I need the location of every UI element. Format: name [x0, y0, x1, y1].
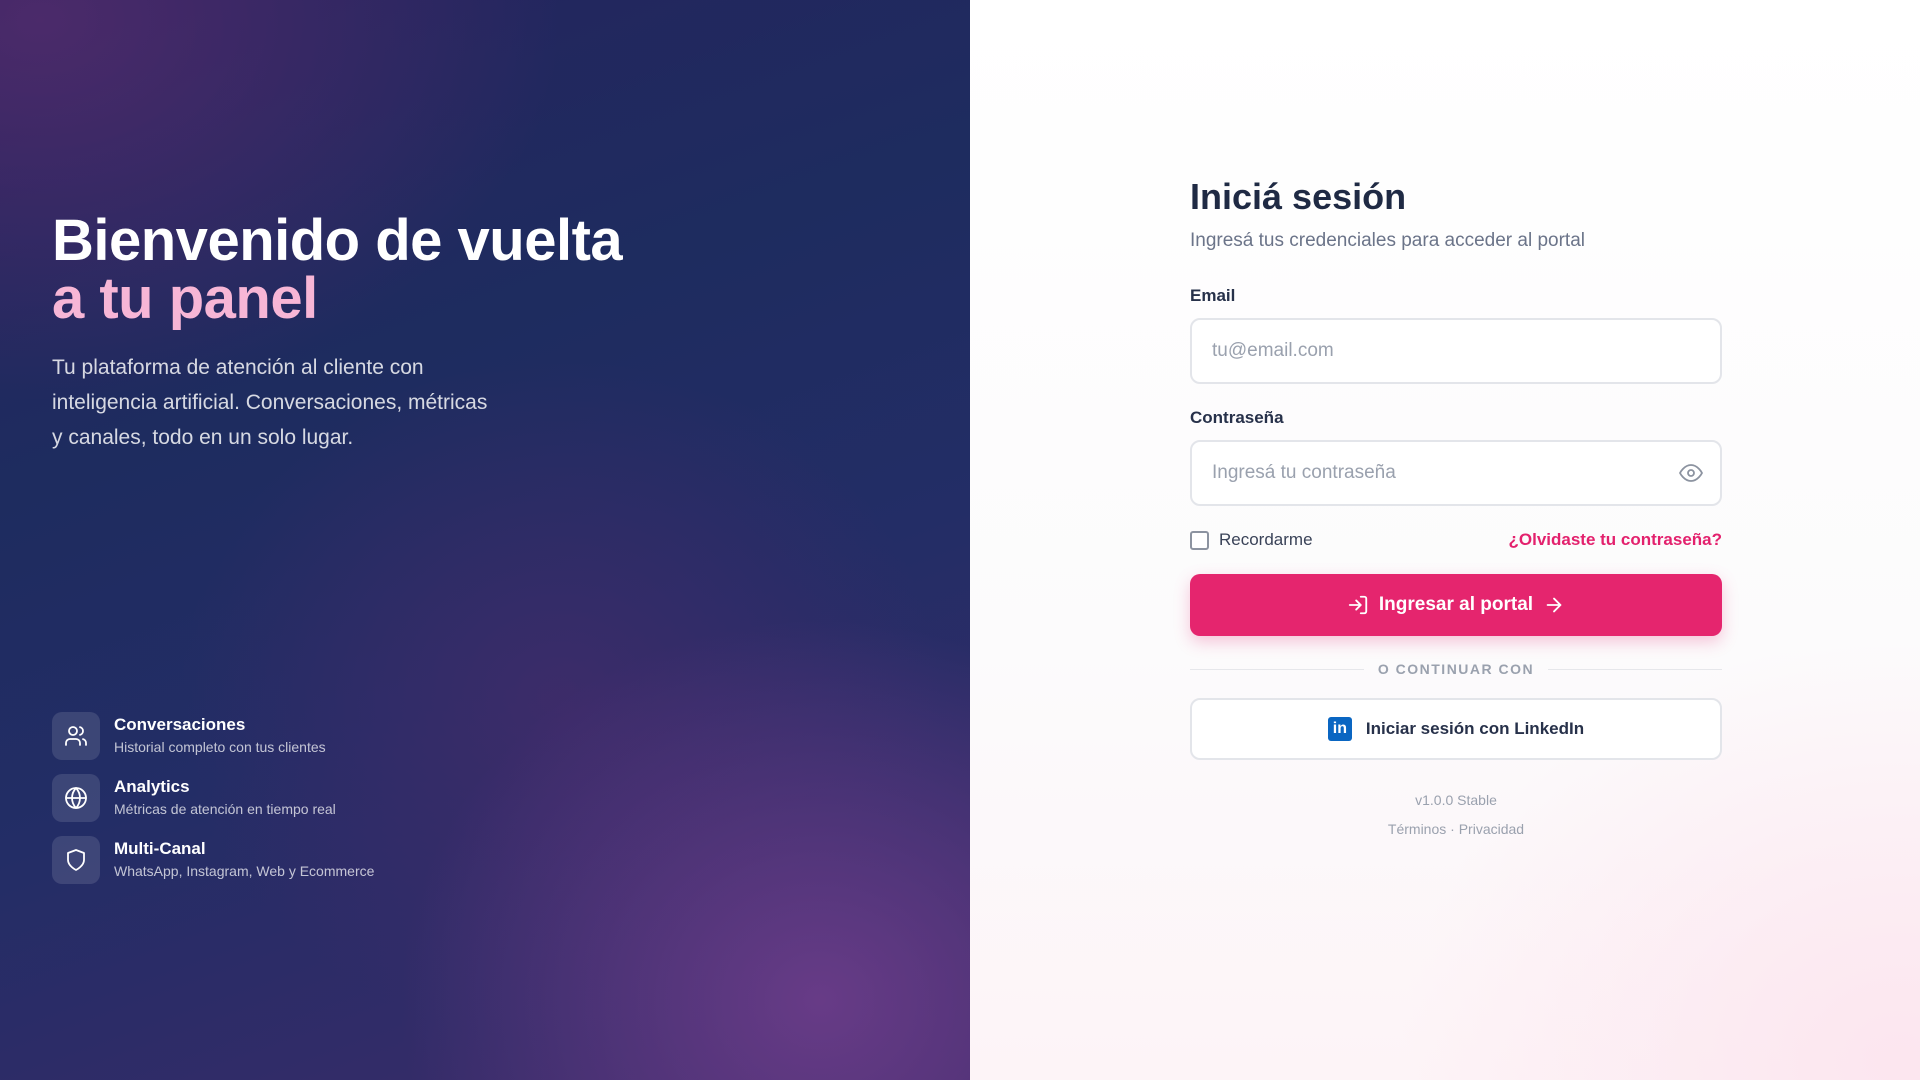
version-text: v1.0.0 Stable [1415, 792, 1497, 808]
divider-line [1548, 668, 1722, 670]
submit-button[interactable]: Ingresar al portal [1190, 574, 1722, 636]
eye-icon[interactable] [1678, 461, 1704, 485]
privacy-link[interactable]: Privacidad [1459, 821, 1524, 837]
divider-text: O CONTINUAR CON [1377, 661, 1535, 677]
feature-subtitle: WhatsApp, Instagram, Web y Ecommerce [114, 863, 375, 879]
linkedin-login-button[interactable]: in Iniciar sesión con LinkedIn [1190, 698, 1722, 760]
email-label: Email [1190, 286, 1236, 305]
password-label: Contraseña [1190, 408, 1284, 427]
feature-item: Conversaciones Historial completo con tu… [52, 712, 374, 760]
divider-line [1190, 668, 1364, 670]
feature-item: Multi-Canal WhatsApp, Instagram, Web y E… [52, 836, 374, 884]
feature-subtitle: Historial completo con tus clientes [114, 739, 326, 755]
globe-icon [52, 774, 100, 822]
login-panel: Iniciá sesión Ingresá tus credenciales p… [970, 0, 1920, 1080]
terms-link[interactable]: Términos [1388, 821, 1446, 837]
or-divider: O CONTINUAR CON [1190, 658, 1722, 680]
email-field[interactable] [1190, 318, 1722, 384]
remember-checkbox[interactable] [1190, 530, 1209, 550]
submit-label: Ingresar al portal [1378, 594, 1534, 615]
hero-title-line2: a tu panel [52, 266, 318, 331]
feature-subtitle: Métricas de atención en tiempo real [114, 801, 336, 817]
remember-label: Recordarme [1219, 530, 1313, 549]
form-options-row: Recordarme ¿Olvidaste tu contraseña? [1190, 530, 1722, 550]
feature-title: Multi-Canal [114, 839, 206, 858]
email-field-wrap [1190, 318, 1722, 384]
feature-title: Conversaciones [114, 715, 246, 734]
hero-title-line1: Bienvenido de vuelta [52, 208, 623, 273]
shield-icon [52, 836, 100, 884]
login-icon [1348, 595, 1368, 615]
password-field[interactable] [1190, 440, 1722, 506]
hero-title: Bienvenido de vuelta a tu panel [52, 208, 623, 331]
feature-item: Analytics Métricas de atención en tiempo… [52, 774, 374, 822]
footer-separator: · [1450, 821, 1455, 837]
login-subtitle: Ingresá tus credenciales para acceder al… [1190, 230, 1586, 251]
feature-list: Conversaciones Historial completo con tu… [52, 712, 374, 898]
users-icon [52, 712, 100, 760]
forgot-password-link[interactable]: ¿Olvidaste tu contraseña? [1509, 530, 1723, 550]
welcome-panel: Bienvenido de vuelta a tu panel Tu plata… [0, 0, 970, 1080]
linkedin-label: Iniciar sesión con LinkedIn [1365, 719, 1585, 738]
footer: v1.0.0 Stable Términos · Privacidad [1190, 786, 1722, 844]
arrow-right-icon [1546, 597, 1562, 613]
remember-me[interactable]: Recordarme [1190, 530, 1313, 550]
login-form: Iniciá sesión Ingresá tus credenciales p… [1190, 170, 1722, 844]
hero-description: Tu plataforma de atención al cliente con… [52, 356, 488, 449]
password-field-wrap [1190, 440, 1722, 506]
feature-title: Analytics [114, 777, 190, 796]
footer-links: Términos · Privacidad [1190, 815, 1722, 844]
login-title: Iniciá sesión [1190, 176, 1407, 217]
linkedin-icon: in [1327, 717, 1352, 741]
